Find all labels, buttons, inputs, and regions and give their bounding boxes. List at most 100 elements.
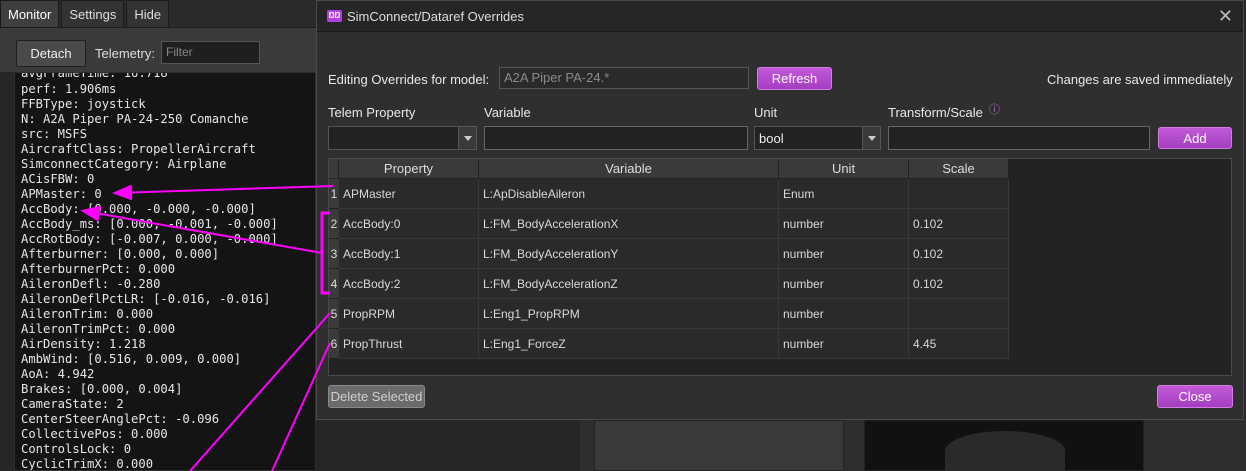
row-number-header [329, 159, 339, 179]
table-row[interactable]: 5 PropRPM L:Eng1_PropRPM number [329, 299, 1009, 329]
table-row[interactable]: 4 AccBody:2 L:FM_BodyAccelerationZ numbe… [329, 269, 1009, 299]
telem-property-select[interactable] [328, 126, 477, 150]
saved-note: Changes are saved immediately [1047, 72, 1233, 87]
row-number: 1 [329, 179, 339, 209]
cell-property[interactable]: AccBody:1 [339, 239, 479, 269]
model-input[interactable]: A2A Piper PA-24.* [499, 67, 749, 89]
unit-select-value: bool [759, 131, 784, 146]
table-row[interactable]: 3 AccBody:1 L:FM_BodyAccelerationY numbe… [329, 239, 1009, 269]
cell-variable[interactable]: L:Eng1_ForceZ [479, 329, 779, 359]
telemetry-line: AileronTrim: 0.000 [21, 307, 154, 321]
cell-unit[interactable]: Enum [779, 179, 909, 209]
tab-settings[interactable]: Settings [61, 0, 125, 28]
unit-label: Unit [754, 105, 778, 120]
telemetry-label: Telemetry: [95, 46, 155, 61]
column-header-scale[interactable]: Scale [909, 159, 1009, 179]
telemetry-line: AccBody_ms: [0.000, -0.001, -0.000] [21, 217, 278, 231]
telemetry-line: Brakes: [0.000, 0.004] [21, 382, 183, 396]
cell-property[interactable]: PropRPM [339, 299, 479, 329]
overrides-table[interactable]: Property Variable Unit Scale 1 APMaster … [328, 158, 1232, 376]
column-header-unit[interactable]: Unit [779, 159, 909, 179]
telemetry-line: ACisFBW: 0 [21, 172, 95, 186]
cell-variable[interactable]: L:FM_BodyAccelerationZ [479, 269, 779, 299]
telemetry-filter-input[interactable]: Filter [161, 41, 260, 64]
cell-property[interactable]: AccBody:0 [339, 209, 479, 239]
cell-property[interactable]: AccBody:2 [339, 269, 479, 299]
telemetry-line: CenterSteerAnglePct: -0.096 [21, 412, 220, 426]
row-number: 4 [329, 269, 339, 299]
app-logo-icon: ŊŊ [327, 10, 342, 22]
cell-scale[interactable]: 0.102 [909, 239, 1009, 269]
cell-property[interactable]: APMaster [339, 179, 479, 209]
telemetry-line: AileronDeflPctLR: [-0.016, -0.016] [21, 292, 271, 306]
telemetry-line: perf: 1.906ms [21, 82, 117, 96]
telemetry-line: N: A2A Piper PA-24-250 Comanche [21, 112, 249, 126]
telemetry-line: CollectivePos: 0.000 [21, 427, 168, 441]
cell-property[interactable]: PropThrust [339, 329, 479, 359]
tab-monitor[interactable]: Monitor [0, 0, 60, 28]
table-row[interactable]: 6 PropThrust L:Eng1_ForceZ number 4.45 [329, 329, 1009, 359]
cell-scale[interactable]: 0.102 [909, 269, 1009, 299]
telemetry-line: AoA: 4.942 [21, 367, 95, 381]
cell-scale[interactable]: 0.102 [909, 209, 1009, 239]
telemetry-line: CyclicTrimX: 0.000 [21, 457, 154, 471]
telemetry-line: AirDensity: 1.218 [21, 337, 146, 351]
column-header-property[interactable]: Property [339, 159, 479, 179]
table-header: Property Variable Unit Scale [329, 159, 1231, 179]
telemetry-line: ControlsLock: 0 [21, 442, 132, 456]
cell-unit[interactable]: number [779, 329, 909, 359]
cell-variable[interactable]: L:FM_BodyAccelerationX [479, 209, 779, 239]
telemetry-line: avgFrameTime: 16.718 [21, 72, 168, 80]
overrides-dialog: ŊŊ SimConnect/Dataref Overrides ✕ Editin… [316, 0, 1244, 420]
detach-button[interactable]: Detach [16, 40, 86, 67]
telemetry-line: CameraState: 2 [21, 397, 124, 411]
telemetry-line: AileronTrimPct: 0.000 [21, 322, 176, 336]
row-number: 2 [329, 209, 339, 239]
variable-input[interactable] [484, 126, 748, 150]
telemetry-monitor-panel[interactable]: avgFrameTime: 16.718 perf: 1.906ms FFBTy… [14, 72, 316, 471]
info-icon[interactable]: ⓘ [989, 104, 1000, 117]
refresh-button[interactable]: Refresh [757, 67, 832, 90]
chevron-down-icon [458, 127, 476, 149]
cell-variable[interactable]: L:Eng1_PropRPM [479, 299, 779, 329]
tab-hide[interactable]: Hide [126, 0, 170, 28]
close-button[interactable]: Close [1157, 385, 1233, 408]
cell-scale[interactable]: 4.45 [909, 329, 1009, 359]
add-button[interactable]: Add [1158, 127, 1232, 149]
cell-variable[interactable]: L:FM_BodyAccelerationY [479, 239, 779, 269]
cell-unit[interactable]: number [779, 299, 909, 329]
column-header-variable[interactable]: Variable [479, 159, 779, 179]
editing-label: Editing Overrides for model: [328, 72, 490, 87]
dialog-titlebar: ŊŊ SimConnect/Dataref Overrides ✕ [317, 1, 1243, 32]
dialog-title: SimConnect/Dataref Overrides [347, 9, 525, 24]
cell-unit[interactable]: number [779, 239, 909, 269]
transform-scale-input[interactable] [888, 126, 1150, 150]
instrument-knob [945, 431, 1065, 471]
variable-label: Variable [484, 105, 531, 120]
delete-selected-button[interactable]: Delete Selected [328, 385, 425, 408]
row-number: 3 [329, 239, 339, 269]
chevron-down-icon [862, 127, 880, 149]
monitor-tab-bar: Monitor Settings Hide [0, 0, 320, 28]
telemetry-line: Afterburner: [0.000, 0.000] [21, 247, 220, 261]
table-row[interactable]: 2 AccBody:0 L:FM_BodyAccelerationX numbe… [329, 209, 1009, 239]
telemetry-line: AfterburnerPct: 0.000 [21, 262, 176, 276]
close-icon[interactable]: ✕ [1218, 6, 1233, 27]
telemetry-line: AircraftClass: PropellerAircraft [21, 142, 256, 156]
table-row[interactable]: 1 APMaster L:ApDisableAileron Enum [329, 179, 1009, 209]
telemetry-line: APMaster: 0 [21, 187, 102, 201]
cell-variable[interactable]: L:ApDisableAileron [479, 179, 779, 209]
telemetry-line: AmbWind: [0.516, 0.009, 0.000] [21, 352, 242, 366]
cell-scale[interactable] [909, 179, 1009, 209]
telem-property-label: Telem Property [328, 105, 416, 120]
telemetry-line: AileronDefl: -0.280 [21, 277, 161, 291]
telemetry-line: FFBType: joystick [21, 97, 146, 111]
telemetry-line: src: MSFS [21, 127, 88, 141]
cell-scale[interactable] [909, 299, 1009, 329]
cell-unit[interactable]: number [779, 269, 909, 299]
cell-unit[interactable]: number [779, 209, 909, 239]
unit-select[interactable]: bool [754, 126, 881, 150]
transform-scale-label: Transform/Scale [888, 105, 983, 120]
row-number: 5 [329, 299, 339, 329]
telemetry-line: AccBody: [0.000, -0.000, -0.000] [21, 202, 256, 216]
